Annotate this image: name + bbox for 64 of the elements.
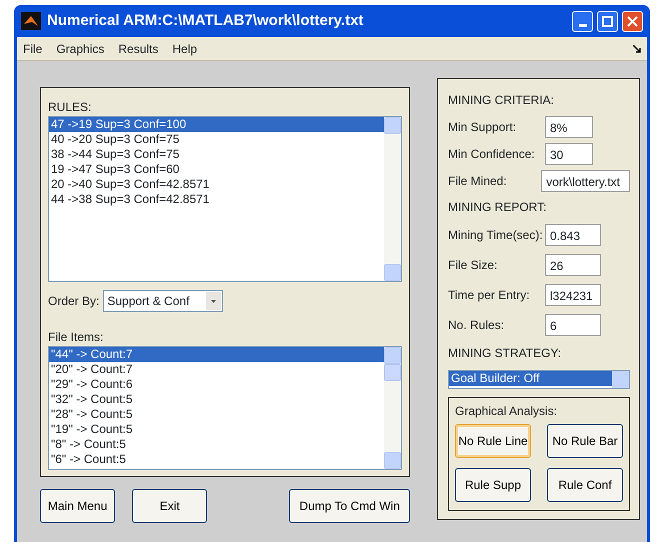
rules-label: RULES:: [48, 99, 92, 116]
scrollbar[interactable]: [612, 370, 629, 388]
text-field[interactable]: 8%: [545, 116, 593, 138]
window-title: Numerical ARM:C:\MATLAB7\work\lottery.txt: [47, 10, 364, 31]
list-item[interactable]: 38 ->44 Sup=3 Conf=75: [49, 147, 384, 162]
file-items-label: File Items:: [48, 329, 104, 346]
list-item[interactable]: 40 ->20 Sup=3 Conf=75: [49, 132, 384, 147]
minimize-button[interactable]: [572, 10, 593, 32]
order-by-dropdown[interactable]: Support & Conf: [103, 290, 224, 312]
menu-item[interactable]: Graphics: [56, 40, 104, 58]
chart-button[interactable]: Rule Conf: [547, 468, 623, 502]
scrollbar[interactable]: [384, 117, 401, 281]
section-heading: MINING STRATEGY:: [448, 344, 562, 362]
maximize-icon: [602, 16, 613, 26]
caret-icon: [211, 300, 216, 302]
minimize-icon: [578, 24, 586, 26]
field-label: File Mined:: [448, 172, 508, 190]
list-item[interactable]: "29" -> Count:6: [49, 377, 384, 392]
list-item[interactable]: "20" -> Count:7: [49, 362, 384, 377]
order-by-label: Order By:: [48, 293, 100, 310]
scrollbar[interactable]: [384, 347, 401, 469]
text-field[interactable]: l324231: [545, 284, 601, 306]
list-item[interactable]: "28" -> Count:5: [49, 407, 384, 422]
strategy-list[interactable]: Goal Builder: Off: [448, 370, 630, 390]
field-label: File Size:: [448, 256, 498, 274]
section-heading: MINING CRITERIA:: [448, 92, 556, 109]
dump-button[interactable]: Dump To Cmd Win: [289, 489, 410, 523]
text-field[interactable]: 0.843: [545, 224, 601, 246]
text-field[interactable]: 26: [545, 254, 601, 276]
text-field[interactable]: 6: [545, 314, 601, 336]
maximize-button[interactable]: [597, 10, 618, 32]
list-item[interactable]: Goal Builder: Off: [449, 370, 612, 386]
menu-item[interactable]: Help: [172, 40, 198, 58]
field-label: Min Support:: [448, 118, 518, 136]
list-item[interactable]: "6" -> Count:5: [49, 452, 384, 467]
dock-arrow-icon[interactable]: [633, 45, 641, 54]
field-label: Mining Time(sec):: [448, 227, 544, 244]
list-item[interactable]: "8" -> Count:5: [49, 437, 384, 452]
rules-list[interactable]: 47 ->19 Sup=3 Conf=100 40 ->20 Sup=3 Conf=75 38 ->44 Sup=3 Conf=75 19 ->47 Sup=3 Conf=60 20 ->40 Sup=3 Conf=42.8571 44 ->38 Sup=3 Conf=42.8571: [48, 116, 402, 282]
field-label: Time per Entry:: [448, 286, 531, 304]
menu-item[interactable]: File: [23, 40, 42, 58]
chart-button[interactable]: Rule Supp: [455, 468, 531, 502]
list-item[interactable]: "44" -> Count:7: [49, 347, 384, 362]
field-label: No. Rules:: [448, 316, 506, 334]
list-item[interactable]: 19 ->47 Sup=3 Conf=60: [49, 162, 384, 177]
chart-button[interactable]: No Rule Bar: [547, 424, 623, 458]
list-item[interactable]: "19" -> Count:5: [49, 422, 384, 437]
exit-button[interactable]: Exit: [132, 489, 208, 523]
field-label: Min Confidence:: [448, 146, 536, 163]
menu-item[interactable]: Results: [118, 40, 158, 58]
list-item[interactable]: 44 ->38 Sup=3 Conf=42.8571: [49, 192, 384, 207]
app-logo-icon: [21, 12, 41, 30]
section-heading: MINING REPORT:: [448, 199, 548, 216]
text-field[interactable]: vork\lottery.txt: [541, 170, 630, 192]
chart-button[interactable]: No Rule Line: [455, 424, 531, 458]
file-items-list[interactable]: "44" -> Count:7 "20" -> Count:7 "29" -> Count:6 "32" -> Count:5 "28" -> Count:5 "19" -> Count:5 "8" -> Count:5 "6" -> Count:5: [48, 346, 402, 470]
list-item[interactable]: "32" -> Count:5: [49, 392, 384, 407]
close-button[interactable]: [622, 10, 643, 32]
main-menu-button[interactable]: Main Menu: [40, 489, 116, 523]
close-icon: [627, 16, 638, 26]
group-title: Graphical Analysis:: [455, 403, 558, 420]
list-item[interactable]: 47 ->19 Sup=3 Conf=100: [49, 117, 384, 132]
list-item[interactable]: 20 ->40 Sup=3 Conf=42.8571: [49, 177, 384, 192]
text-field[interactable]: 30: [545, 142, 593, 165]
